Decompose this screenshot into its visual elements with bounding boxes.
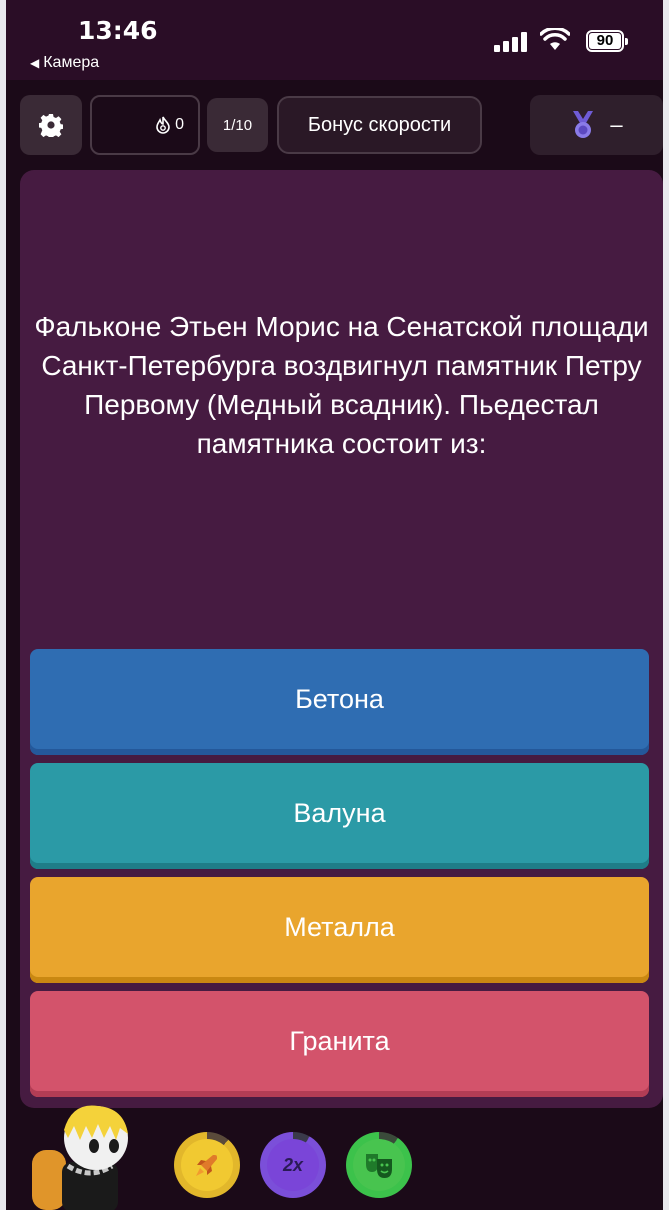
speed-bonus-badge: Бонус скорости — [277, 96, 482, 154]
back-to-camera-link[interactable]: ◀ Камера — [30, 54, 99, 72]
medal-value: – — [610, 112, 623, 137]
theater-masks-icon — [366, 1154, 392, 1178]
answer-option-1[interactable]: Бетона — [30, 649, 649, 755]
battery-level: 90 — [589, 33, 621, 49]
answer-option-3[interactable]: Металла — [30, 877, 649, 983]
avatar — [32, 1105, 128, 1210]
back-arrow-icon: ◀ — [30, 56, 40, 70]
flame-icon — [156, 116, 170, 134]
question-counter: 1/10 — [207, 98, 268, 152]
powerup-masks[interactable] — [346, 1132, 412, 1198]
rocket-icon — [196, 1155, 217, 1176]
streak-value: 0 — [175, 116, 184, 133]
powerup-rocket[interactable] — [174, 1132, 240, 1198]
status-bar: 13:46 ◀ Камера 90 — [6, 0, 663, 80]
question-text: Фальконе Этьен Морис на Сенатской площад… — [34, 311, 649, 459]
medal-icon — [573, 111, 594, 138]
gear-icon — [39, 114, 63, 137]
signal-icon — [494, 32, 534, 52]
powerup-double-points[interactable]: 2x — [260, 1132, 326, 1198]
status-time: 13:46 — [78, 16, 158, 45]
streak-counter: 0 — [90, 95, 200, 155]
settings-button[interactable] — [20, 95, 82, 155]
battery-icon: 90 — [586, 30, 628, 52]
back-label: Камера — [43, 54, 100, 71]
wifi-icon — [540, 28, 570, 50]
medal-indicator: – — [530, 95, 663, 155]
double-points-label: 2x — [267, 1139, 319, 1191]
quiz-app: 13:46 ◀Камера 90 0 1/10 Бонус скорости — [6, 0, 663, 1210]
question-card: Фальконе Этьен Морис на Сенатской площад… — [20, 170, 663, 1108]
answer-option-2[interactable]: Валуна — [30, 763, 649, 869]
